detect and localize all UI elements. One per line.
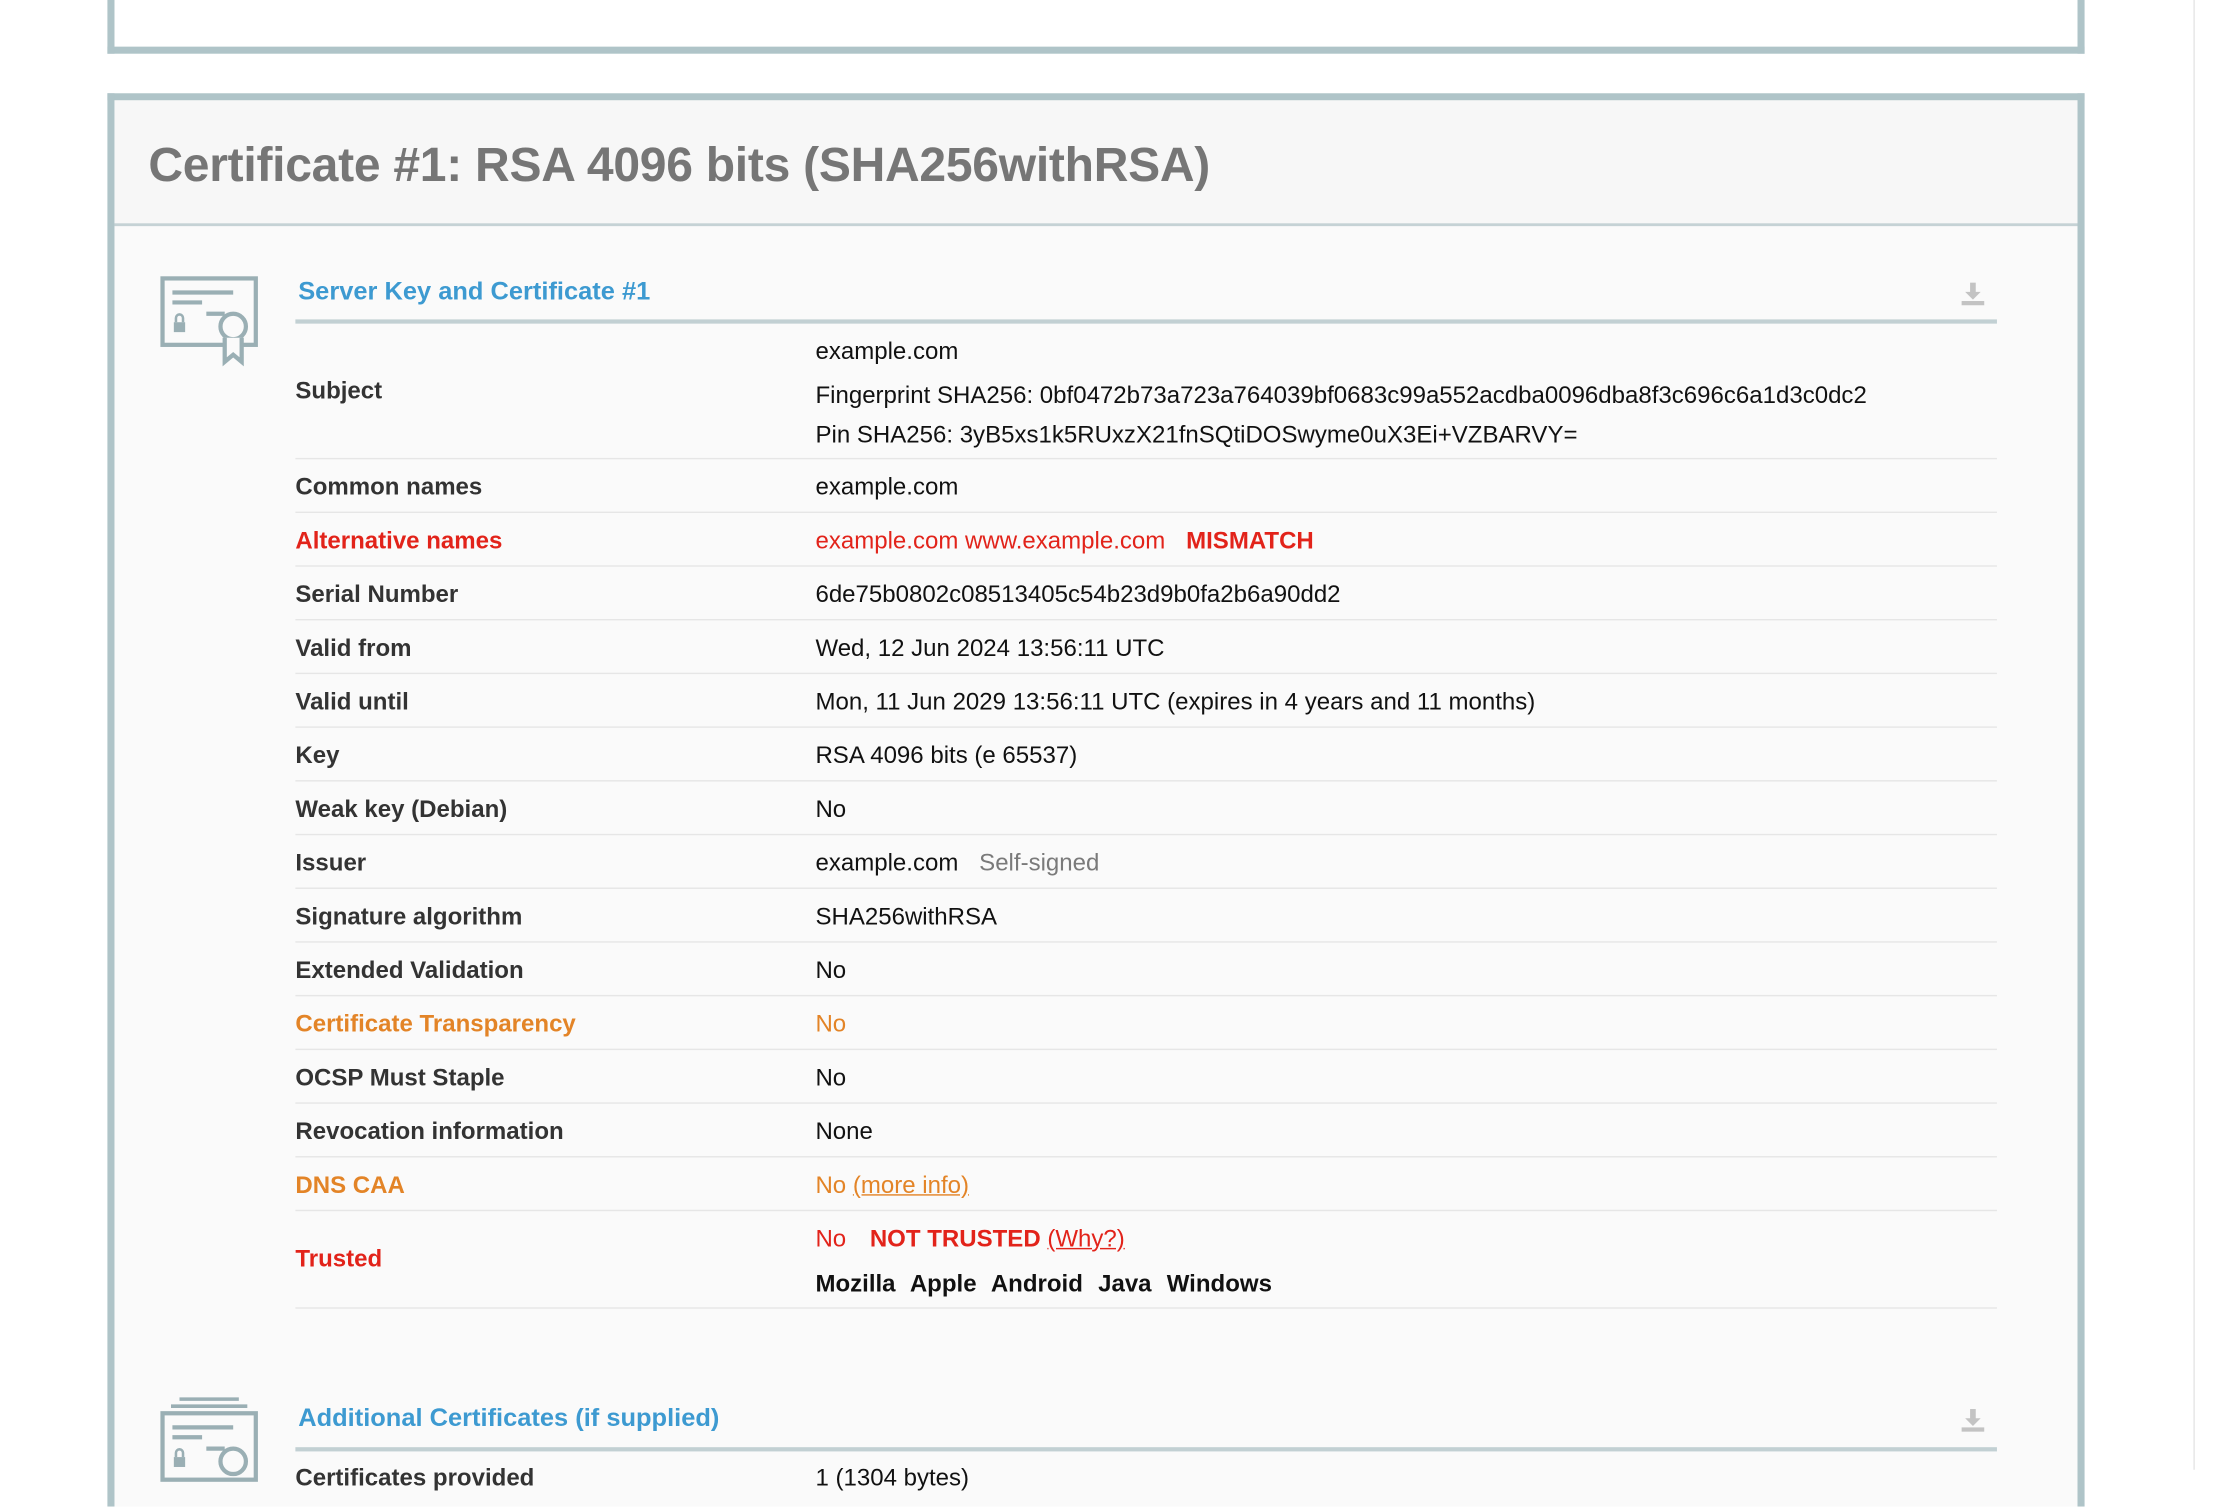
platform-java: Java xyxy=(1098,1270,1152,1298)
row-key: Key RSA 4096 bits (e 65537) xyxy=(295,728,1997,782)
value-extended-validation: No xyxy=(815,956,847,984)
page: Certificate #1: RSA 4096 bits (SHA256wit… xyxy=(0,0,2216,1507)
platform-android: Android xyxy=(990,1270,1083,1298)
row-revocation-information: Revocation information None xyxy=(295,1104,1997,1158)
why-link[interactable]: (Why?) xyxy=(1047,1225,1124,1252)
row-dns-caa: DNS CAA No (more info) xyxy=(295,1157,1997,1212)
label-valid-until: Valid until xyxy=(295,688,409,716)
self-signed-note: Self-signed xyxy=(979,849,1100,877)
platform-mozilla: Mozilla xyxy=(815,1270,896,1298)
more-info-link[interactable]: (more info) xyxy=(853,1172,969,1199)
value-dns-caa: No (more info) xyxy=(815,1172,969,1200)
certificate-panel: Certificate #1: RSA 4096 bits (SHA256wit… xyxy=(107,93,2085,1507)
label-alternative-names: Alternative names xyxy=(295,527,503,555)
row-certificates-provided: Certificates provided 1 (1304 bytes) xyxy=(295,1451,1997,1503)
alternative-names-list: example.com www.example.com xyxy=(815,527,1166,555)
label-extended-validation: Extended Validation xyxy=(295,956,524,984)
label-certificate-transparency: Certificate Transparency xyxy=(295,1010,576,1038)
label-dns-caa: DNS CAA xyxy=(295,1171,405,1199)
label-subject: Subject xyxy=(295,377,383,405)
trust-platforms: Mozilla Apple Android Java Windows xyxy=(815,1271,1280,1299)
row-weak-key: Weak key (Debian) No xyxy=(295,782,1997,836)
value-subject: example.com xyxy=(815,337,959,365)
trusted-status: No xyxy=(815,1225,847,1253)
row-common-names: Common names example.com xyxy=(295,459,1997,514)
certificate-icon xyxy=(160,276,258,367)
section-title-server-key: Server Key and Certificate #1 xyxy=(298,277,651,306)
scrollbar[interactable] xyxy=(2193,0,2195,1470)
certificate-panel-header: Certificate #1: RSA 4096 bits (SHA256wit… xyxy=(114,100,2078,227)
label-signature-algorithm: Signature algorithm xyxy=(295,903,523,930)
value-revocation-information: None xyxy=(815,1117,873,1145)
row-valid-until: Valid until Mon, 11 Jun 2029 13:56:11 UT… xyxy=(295,674,1997,728)
issuer-name: example.com xyxy=(815,849,959,877)
value-common-names: example.com xyxy=(815,473,959,501)
section-title-additional-certificates: Additional Certificates (if supplied) xyxy=(298,1403,720,1432)
additional-certificates-icon xyxy=(160,1397,258,1482)
mismatch-badge: MISMATCH xyxy=(1186,527,1314,555)
not-trusted-badge: NOT TRUSTED xyxy=(869,1225,1041,1253)
value-weak-key: No xyxy=(815,795,847,823)
value-subject-pin: Pin SHA256: 3yB5xs1k5RUxzX21fnSQtiDOSwym… xyxy=(815,421,1578,449)
download-icon[interactable] xyxy=(1959,1406,1987,1434)
value-trusted: No NOT TRUSTED (Why?) xyxy=(815,1225,1124,1253)
value-subject-fingerprint: Fingerprint SHA256: 0bf0472b73a723a76403… xyxy=(815,381,1867,409)
value-serial-number: 6de75b0802c08513405c54b23d9b0fa2b6a90dd2 xyxy=(815,580,1341,608)
row-signature-algorithm: Signature algorithm SHA256withRSA xyxy=(295,889,1997,943)
row-ocsp-must-staple: OCSP Must Staple No xyxy=(295,1050,1997,1104)
value-ocsp-must-staple: No xyxy=(815,1064,847,1092)
row-alternative-names: Alternative names example.com www.exampl… xyxy=(295,513,1997,567)
value-signature-algorithm: SHA256withRSA xyxy=(815,903,998,930)
value-valid-from: Wed, 12 Jun 2024 13:56:11 UTC xyxy=(815,634,1165,662)
certificate-title: Certificate #1: RSA 4096 bits (SHA256wit… xyxy=(148,138,1211,193)
label-trusted: Trusted xyxy=(295,1245,383,1272)
row-issuer: Issuer example.com Self-signed xyxy=(295,835,1997,889)
value-certificates-provided: 1 (1304 bytes) xyxy=(815,1464,970,1491)
value-key: RSA 4096 bits (e 65537) xyxy=(815,741,1078,769)
platform-windows: Windows xyxy=(1166,1270,1272,1298)
label-key: Key xyxy=(295,741,340,769)
label-weak-key: Weak key (Debian) xyxy=(295,795,508,823)
row-trusted: Trusted No NOT TRUSTED (Why?) Mozilla Ap… xyxy=(295,1211,1997,1309)
label-certificates-provided: Certificates provided xyxy=(295,1464,535,1491)
label-serial-number: Serial Number xyxy=(295,580,459,608)
platform-apple: Apple xyxy=(909,1270,977,1298)
value-valid-until: Mon, 11 Jun 2029 13:56:11 UTC (expires i… xyxy=(815,688,1536,716)
row-serial-number: Serial Number 6de75b0802c08513405c54b23d… xyxy=(295,567,1997,621)
label-ocsp-must-staple: OCSP Must Staple xyxy=(295,1064,505,1092)
label-revocation-information: Revocation information xyxy=(295,1117,564,1145)
download-icon[interactable] xyxy=(1959,280,1987,308)
row-subject: Subject example.com Fingerprint SHA256: … xyxy=(295,324,1997,460)
value-certificate-transparency: No xyxy=(815,1010,847,1038)
label-valid-from: Valid from xyxy=(295,634,412,662)
previous-panel xyxy=(107,0,2085,54)
row-valid-from: Valid from Wed, 12 Jun 2024 13:56:11 UTC xyxy=(295,620,1997,675)
dns-caa-status: No xyxy=(815,1171,847,1199)
value-alternative-names: example.com www.example.com MISMATCH xyxy=(815,527,1313,555)
row-certificate-transparency: Certificate Transparency No xyxy=(295,996,1997,1051)
label-common-names: Common names xyxy=(295,473,483,501)
value-issuer: example.com Self-signed xyxy=(815,849,1099,877)
row-extended-validation: Extended Validation No xyxy=(295,943,1997,997)
label-issuer: Issuer xyxy=(295,849,367,877)
